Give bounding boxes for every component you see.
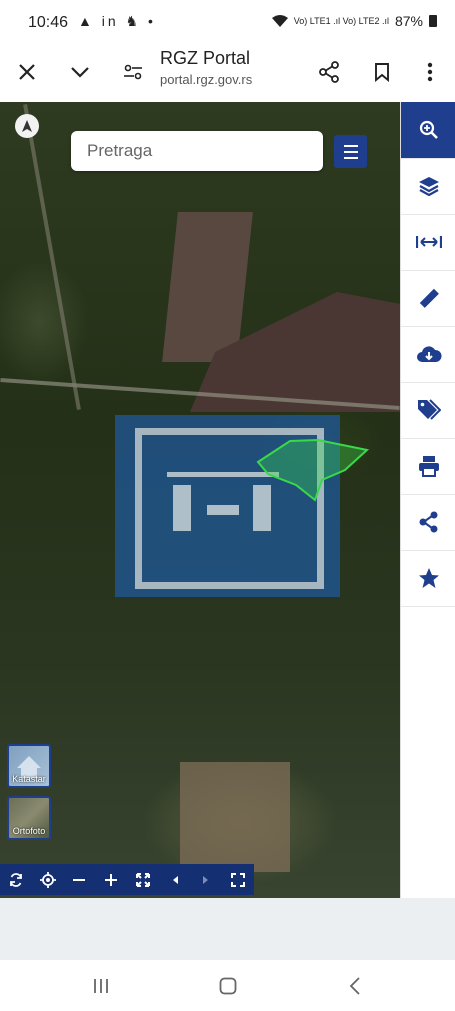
- status-bar: 10:46 ▲ in ♞ • Vo) LTE1 .ıl Vo) LTE2 .ıl…: [0, 0, 455, 44]
- battery-percent: 87%: [394, 13, 423, 29]
- next-extent-icon[interactable]: [191, 864, 223, 895]
- zoom-out-icon[interactable]: [64, 864, 96, 895]
- hamburger-menu-button[interactable]: [334, 135, 367, 168]
- zoom-in-icon[interactable]: [95, 864, 127, 895]
- layer-label: Katastar: [12, 774, 46, 784]
- site-settings-icon[interactable]: [115, 54, 151, 90]
- map-toolbar: [0, 864, 254, 895]
- back-icon[interactable]: [340, 972, 370, 1000]
- notification-icons: ▲ in ♞ •: [78, 13, 156, 29]
- recent-apps-icon[interactable]: [86, 972, 116, 1000]
- bookmark-icon[interactable]: [364, 54, 400, 90]
- measure-distance-icon[interactable]: [401, 214, 455, 271]
- ruler-icon[interactable]: [401, 270, 455, 327]
- previous-extent-icon[interactable]: [159, 864, 191, 895]
- search-zoom-icon[interactable]: [401, 102, 455, 159]
- map-view[interactable]: [0, 102, 400, 898]
- browser-toolbar: RGZ Portal portal.rgz.gov.rs: [0, 44, 455, 100]
- layer-ortofoto[interactable]: Ortofoto: [7, 796, 51, 840]
- page-title: RGZ Portal: [160, 48, 251, 68]
- compass-icon[interactable]: [15, 114, 39, 138]
- close-icon[interactable]: [9, 54, 45, 90]
- tags-icon[interactable]: [401, 382, 455, 439]
- cloud-download-icon[interactable]: [401, 326, 455, 383]
- page-url: portal.rgz.gov.rs: [160, 72, 253, 87]
- layer-label: Ortofoto: [12, 826, 46, 836]
- layers-icon[interactable]: [401, 158, 455, 215]
- selected-parcel[interactable]: [0, 102, 400, 898]
- chevron-down-icon[interactable]: [62, 54, 98, 90]
- wifi-icon: [271, 15, 288, 27]
- share-icon[interactable]: [311, 54, 347, 90]
- signal-text: Vo) LTE1 .ıl Vo) LTE2 .ıl: [293, 16, 389, 26]
- home-icon[interactable]: [213, 972, 243, 1000]
- status-time: 10:46: [28, 14, 69, 31]
- locate-icon[interactable]: [32, 864, 64, 895]
- bottom-panel: [0, 898, 455, 960]
- print-icon[interactable]: [401, 438, 455, 495]
- layer-katastar[interactable]: Katastar: [7, 744, 51, 788]
- search-box: [71, 131, 323, 171]
- search-input[interactable]: [85, 131, 309, 171]
- battery-icon: [429, 15, 437, 27]
- full-extent-icon[interactable]: [127, 864, 159, 895]
- fullscreen-icon[interactable]: [222, 864, 254, 895]
- refresh-icon[interactable]: [0, 864, 32, 895]
- share-icon[interactable]: [401, 494, 455, 551]
- tool-sidebar: [400, 102, 455, 898]
- system-nav-bar: [0, 960, 455, 1011]
- star-icon[interactable]: [401, 550, 455, 607]
- more-menu-icon[interactable]: [412, 54, 448, 90]
- status-right: Vo) LTE1 .ıl Vo) LTE2 .ıl 87%: [271, 13, 437, 29]
